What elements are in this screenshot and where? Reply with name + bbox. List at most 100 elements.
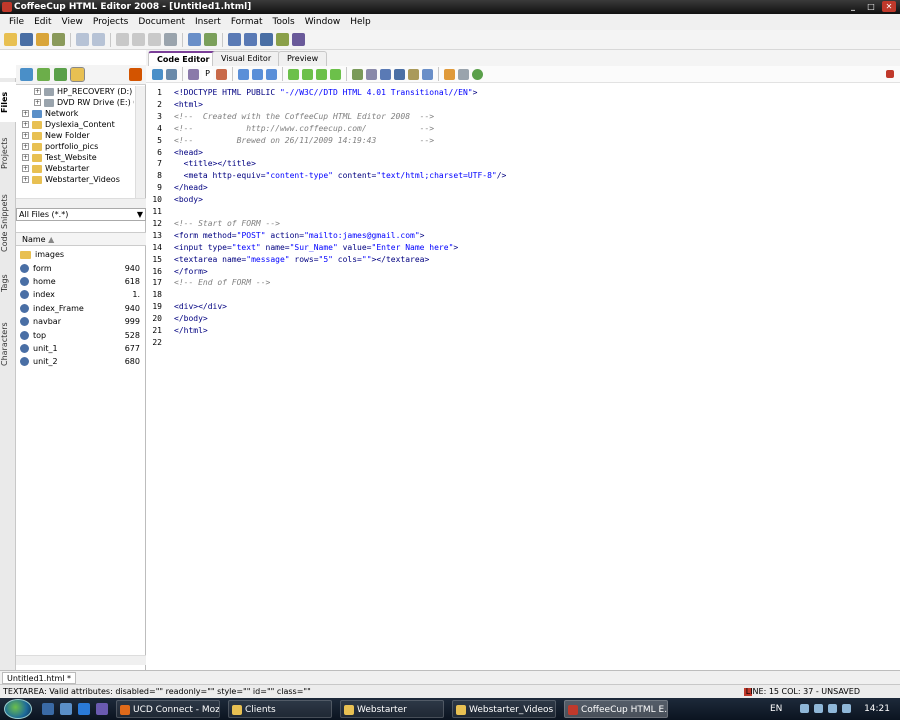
- tree-item[interactable]: + New Folder: [16, 130, 134, 141]
- code-line[interactable]: <form method="POST" action="mailto:james…: [174, 231, 424, 240]
- side-tab-code-snippets[interactable]: Code Snippets: [0, 188, 16, 258]
- frame-icon[interactable]: [394, 68, 405, 80]
- side-tab-characters[interactable]: Characters: [0, 314, 16, 374]
- file-filter-select[interactable]: All Files (*.*) ▼: [16, 208, 146, 221]
- code-line[interactable]: <head>: [174, 148, 203, 157]
- tree-item[interactable]: + Webstarter_Videos: [16, 174, 134, 185]
- menu-projects[interactable]: Projects: [88, 17, 133, 27]
- start-button[interactable]: [4, 699, 32, 719]
- save-icon[interactable]: [20, 33, 33, 46]
- side-tab-files[interactable]: Files: [0, 82, 16, 122]
- file-row[interactable]: images: [16, 248, 146, 261]
- code-line[interactable]: <textarea name="message" rows="5" cols="…: [174, 255, 429, 264]
- menu-edit[interactable]: Edit: [29, 17, 56, 27]
- menu-tools[interactable]: Tools: [268, 17, 300, 27]
- taskbar-item[interactable]: UCD Connect - Moz...: [116, 700, 220, 718]
- redo-icon[interactable]: [92, 33, 105, 46]
- file-list-hscrollbar[interactable]: [16, 655, 146, 665]
- file-list-header[interactable]: Name ▲: [16, 232, 146, 246]
- tree-hscrollbar[interactable]: [16, 198, 146, 208]
- code-line[interactable]: <!-- Start of FORM -->: [174, 219, 280, 228]
- font-icon[interactable]: [188, 68, 199, 80]
- file-row[interactable]: home 618: [16, 275, 146, 288]
- table-icon[interactable]: [366, 68, 377, 80]
- tab-code-editor[interactable]: Code Editor: [148, 51, 219, 66]
- code-line[interactable]: <!-- Created with the CoffeeCup HTML Edi…: [174, 112, 434, 121]
- ie-icon[interactable]: [78, 703, 90, 715]
- minimize-button[interactable]: _: [846, 1, 860, 12]
- link-icon[interactable]: [422, 68, 433, 80]
- side-tab-projects[interactable]: Projects: [0, 128, 16, 178]
- align-center-icon[interactable]: [302, 68, 313, 80]
- code-line[interactable]: <!DOCTYPE HTML PUBLIC "-//W3C//DTD HTML …: [174, 88, 477, 97]
- tag-wizard-icon[interactable]: [152, 68, 163, 80]
- menu-window[interactable]: Window: [300, 17, 346, 27]
- color-icon[interactable]: [216, 68, 227, 80]
- side-tab-tags[interactable]: Tags: [0, 268, 16, 298]
- language-indicator[interactable]: EN: [770, 698, 782, 720]
- code-line[interactable]: <title></title>: [174, 159, 256, 168]
- quick-start-icon[interactable]: [166, 68, 177, 80]
- code-line[interactable]: <html>: [174, 100, 203, 109]
- paragraph-icon[interactable]: P: [202, 68, 213, 80]
- code-line[interactable]: <!-- http://www.coffeecup.com/ -->: [174, 124, 434, 133]
- tray-arrow-icon[interactable]: [800, 704, 809, 713]
- up-folder-icon[interactable]: [37, 68, 50, 81]
- open-project-icon[interactable]: [52, 33, 65, 46]
- menu-file[interactable]: File: [4, 17, 29, 27]
- globe-icon[interactable]: [472, 68, 483, 80]
- code-line[interactable]: <div></div>: [174, 302, 227, 311]
- code-line[interactable]: </head>: [174, 183, 208, 192]
- close-button[interactable]: ✕: [882, 1, 896, 12]
- code-line[interactable]: </form>: [174, 267, 208, 276]
- tree-item[interactable]: + Webstarter: [16, 163, 134, 174]
- tree-scrollbar[interactable]: [135, 86, 145, 199]
- undo-icon[interactable]: [76, 33, 89, 46]
- file-row[interactable]: form 940: [16, 261, 146, 274]
- cut-icon[interactable]: [116, 33, 129, 46]
- taskbar-item[interactable]: Webstarter_Videos: [452, 700, 556, 718]
- taskbar-item[interactable]: CoffeeCup HTML E...: [564, 700, 668, 718]
- italic-icon[interactable]: [252, 68, 263, 80]
- expand-icon[interactable]: +: [22, 132, 29, 139]
- tools-icon[interactable]: [292, 33, 305, 46]
- code-line[interactable]: <meta http-equiv="content-type" content=…: [174, 171, 507, 180]
- tab-visual-editor[interactable]: Visual Editor: [212, 51, 281, 66]
- network-icon[interactable]: [814, 704, 823, 713]
- form-icon[interactable]: [380, 68, 391, 80]
- taskbar-item[interactable]: Webstarter: [340, 700, 444, 718]
- new-file-icon[interactable]: [4, 33, 17, 46]
- file-row[interactable]: unit_2 680: [16, 355, 146, 368]
- menu-insert[interactable]: Insert: [190, 17, 226, 27]
- find-icon[interactable]: [188, 33, 201, 46]
- editor-close-icon[interactable]: [886, 70, 894, 78]
- open-icon[interactable]: [36, 33, 49, 46]
- tab-preview[interactable]: Preview: [278, 51, 328, 66]
- align-left-icon[interactable]: [288, 68, 299, 80]
- new-folder-icon[interactable]: [54, 68, 67, 81]
- code-line[interactable]: <!-- Brewed on 26/11/2009 14:19:43 -->: [174, 136, 434, 145]
- expand-icon[interactable]: +: [22, 165, 29, 172]
- spellcheck-icon[interactable]: [204, 33, 217, 46]
- expand-icon[interactable]: +: [34, 88, 41, 95]
- menu-view[interactable]: View: [57, 17, 88, 27]
- explorer-icon[interactable]: [60, 703, 72, 715]
- expand-icon[interactable]: +: [22, 121, 29, 128]
- file-row[interactable]: index_Frame 940: [16, 302, 146, 315]
- battery-icon[interactable]: [842, 704, 851, 713]
- taskbar-item[interactable]: Clients: [228, 700, 332, 718]
- validate-icon[interactable]: [276, 33, 289, 46]
- expand-icon[interactable]: +: [22, 143, 29, 150]
- refresh-icon[interactable]: [20, 68, 33, 81]
- layout-icon[interactable]: [458, 68, 469, 80]
- menu-format[interactable]: Format: [226, 17, 268, 27]
- browser-preview-icon[interactable]: [244, 33, 257, 46]
- expand-icon[interactable]: +: [22, 154, 29, 161]
- menu-document[interactable]: Document: [133, 17, 190, 27]
- tree-item[interactable]: + Dyslexia_Content: [16, 119, 134, 130]
- justify-icon[interactable]: [330, 68, 341, 80]
- tree-item[interactable]: + Network: [16, 108, 134, 119]
- file-row[interactable]: unit_1 677: [16, 342, 146, 355]
- maximize-button[interactable]: □: [864, 1, 878, 12]
- align-right-icon[interactable]: [316, 68, 327, 80]
